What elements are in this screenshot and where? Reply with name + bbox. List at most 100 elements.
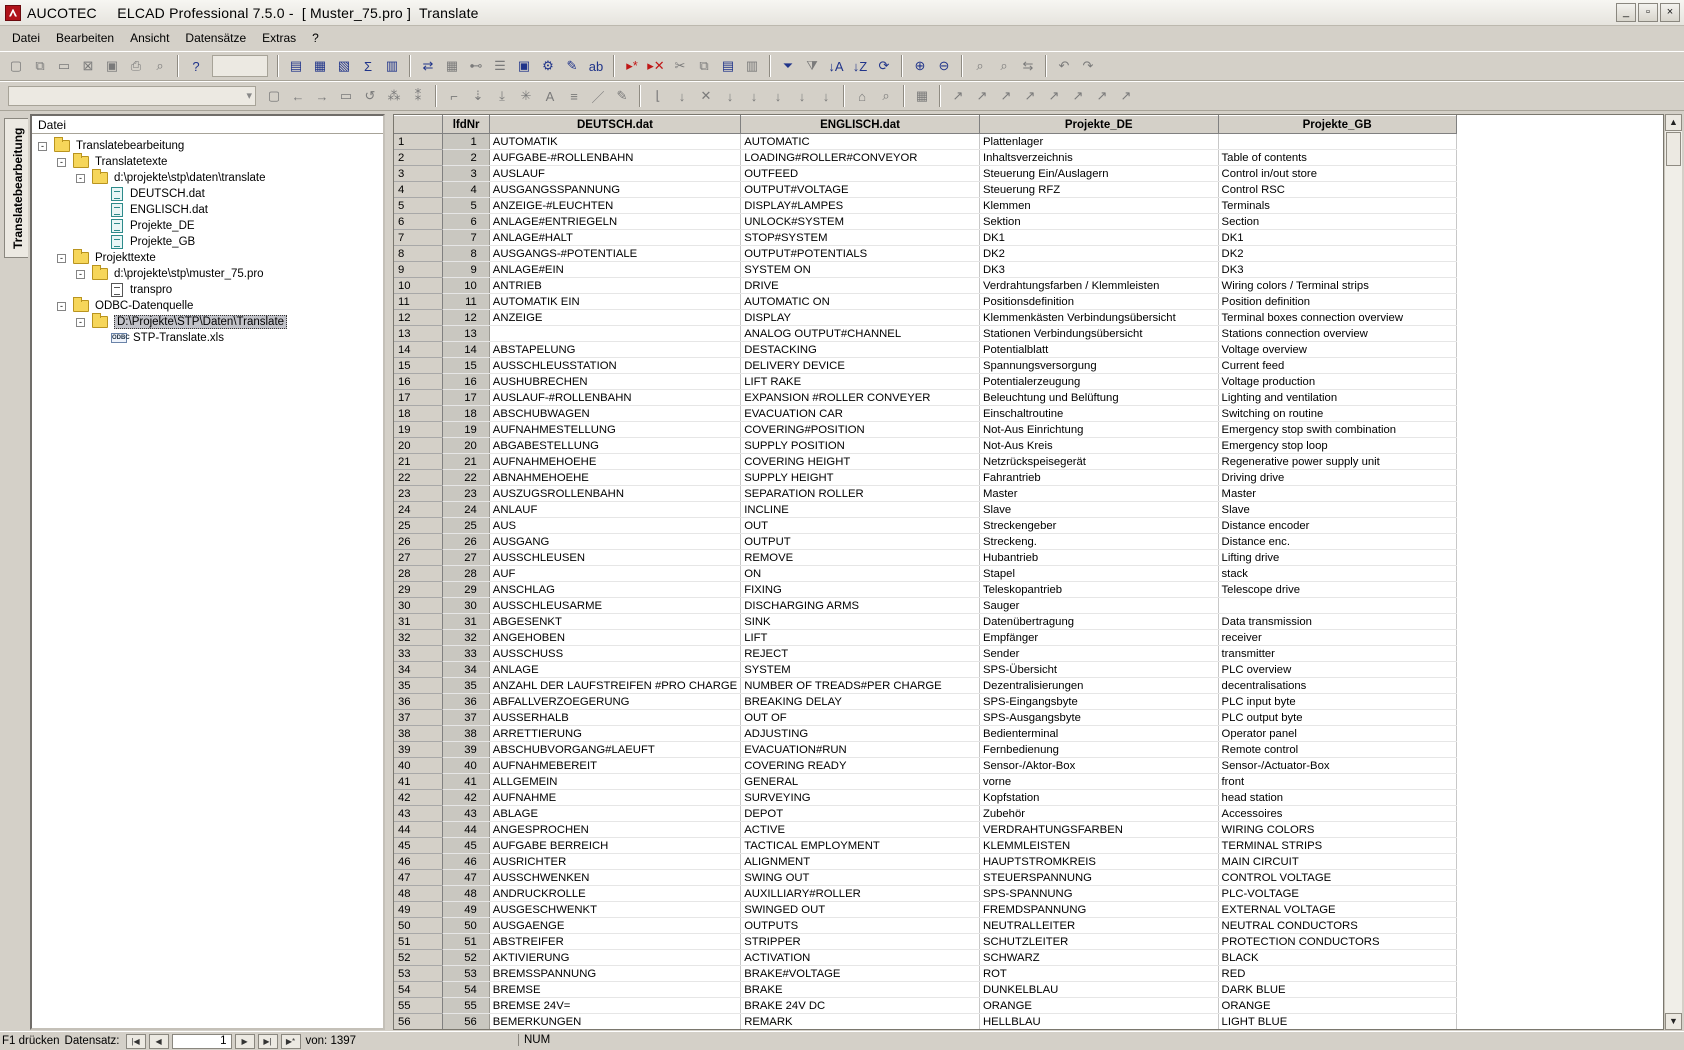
cell-englisch[interactable]: DISPLAY xyxy=(740,309,980,326)
cell-projekte-de[interactable]: STEUERSPANNUNG xyxy=(979,869,1219,886)
move-down-icon[interactable]: ⇣ xyxy=(467,85,489,107)
table-row[interactable]: 19 19 AUFNAHMESTELLUNG COVERING#POSITION Not… xyxy=(394,421,1663,438)
hint-icon[interactable]: ✎ xyxy=(561,55,583,77)
cell-projekte-de[interactable]: Datenübertragung xyxy=(979,613,1219,630)
row-header[interactable]: 10 xyxy=(394,277,444,294)
row-header[interactable]: 24 xyxy=(394,501,444,518)
cell-projekte-gb[interactable]: Wiring colors / Terminal strips xyxy=(1218,277,1457,294)
cell-lfdnr[interactable]: 51 xyxy=(442,933,490,950)
cell-projekte-de[interactable]: SPS-SPANNUNG xyxy=(979,885,1219,902)
row-header[interactable]: 27 xyxy=(394,549,444,566)
cell-englisch[interactable]: DELIVERY DEVICE xyxy=(740,357,980,374)
row-header[interactable]: 15 xyxy=(394,357,444,374)
table-row[interactable]: 23 23 AUSZUGSROLLENBAHN SEPARATION ROLLER Ma… xyxy=(394,485,1663,502)
delete-record-icon[interactable]: ▸✕ xyxy=(645,55,667,77)
cell-projekte-gb[interactable]: Voltage production xyxy=(1218,373,1457,390)
tree-node[interactable]: ODBC STP-Translate.xls xyxy=(95,330,224,346)
cell-projekte-de[interactable]: Zubehör xyxy=(979,805,1219,822)
cell-projekte-de[interactable]: Netzrückspeisegerät xyxy=(979,453,1219,470)
table-row[interactable]: 49 49 AUSGESCHWENKT SWINGED OUT FREMDSPANNUN… xyxy=(394,901,1663,918)
column-header-englisch[interactable]: ENGLISCH.dat xyxy=(740,115,980,134)
route-7-icon[interactable]: ↗ xyxy=(1091,85,1113,107)
cell-projekte-de[interactable]: Slave xyxy=(979,501,1219,518)
cell-deutsch[interactable] xyxy=(489,325,742,342)
cell-projekte-gb[interactable]: Position definition xyxy=(1218,293,1457,310)
tree-node[interactable]: transpro xyxy=(95,282,172,298)
filter-icon[interactable]: ⏷ xyxy=(777,55,799,77)
cell-lfdnr[interactable]: 39 xyxy=(442,741,490,758)
group-icon[interactable]: ⁂ xyxy=(383,85,405,107)
cell-projekte-de[interactable]: DK3 xyxy=(979,261,1219,278)
replace-text-icon[interactable]: ab xyxy=(585,55,607,77)
cell-englisch[interactable]: REMOVE xyxy=(740,549,980,566)
row-header[interactable]: 38 xyxy=(394,725,444,742)
filter-edit-icon[interactable]: ⧩ xyxy=(801,55,823,77)
row-header[interactable]: 30 xyxy=(394,597,444,614)
route-2-icon[interactable]: ↗ xyxy=(971,85,993,107)
cell-projekte-de[interactable]: Positionsdefinition xyxy=(979,293,1219,310)
save-icon[interactable]: ▣ xyxy=(101,55,123,77)
cell-lfdnr[interactable]: 21 xyxy=(442,453,490,470)
edit-form-icon[interactable]: ▧ xyxy=(333,55,355,77)
cell-projekte-gb[interactable]: DARK BLUE xyxy=(1218,981,1457,998)
table-row[interactable]: 10 10 ANTRIEB DRIVE Verdrahtungsfarben / Kle… xyxy=(394,277,1663,294)
cell-projekte-gb[interactable]: RED xyxy=(1218,965,1457,982)
table-row[interactable]: 22 22 ABNAHMEHOEHE SUPPLY HEIGHT Fahrantrieb… xyxy=(394,469,1663,486)
cell-deutsch[interactable]: AUFNAHME xyxy=(489,789,742,806)
cell-deutsch[interactable]: ANLAUF xyxy=(489,501,742,518)
table-row[interactable]: 43 43 ABLAGE DEPOT Zubehör Accessoires xyxy=(394,805,1663,822)
cell-projekte-de[interactable]: vorne xyxy=(979,773,1219,790)
app-logo-icon[interactable] xyxy=(5,4,21,21)
cell-englisch[interactable]: DEPOT xyxy=(740,805,980,822)
table-row[interactable]: 31 31 ABGESENKT SINK Datenübertragung Data tr… xyxy=(394,613,1663,630)
row-header[interactable]: 35 xyxy=(394,677,444,694)
row-header[interactable]: 19 xyxy=(394,421,444,438)
cell-projekte-de[interactable]: Klemmen xyxy=(979,197,1219,214)
row-header[interactable]: 21 xyxy=(394,453,444,470)
first-record-button[interactable]: |◀ xyxy=(125,1033,146,1049)
cell-projekte-de[interactable]: ORANGE xyxy=(979,997,1219,1014)
new-icon[interactable]: ▢ xyxy=(5,55,27,77)
cell-projekte-de[interactable]: Streckengeber xyxy=(979,517,1219,534)
toolbar-empty-field[interactable] xyxy=(212,55,268,77)
cell-lfdnr[interactable]: 19 xyxy=(442,421,490,438)
table-row[interactable]: 37 37 AUSSERHALB OUT OF SPS-Ausgangsbyte PLC … xyxy=(394,709,1663,726)
cell-lfdnr[interactable]: 55 xyxy=(442,997,490,1014)
cell-lfdnr[interactable]: 46 xyxy=(442,853,490,870)
export-icon[interactable]: ▣ xyxy=(513,55,535,77)
grid-icon[interactable]: ▦ xyxy=(911,85,933,107)
down5-icon[interactable]: ↓ xyxy=(791,85,813,107)
cell-projekte-gb[interactable]: BLACK xyxy=(1218,949,1457,966)
row-header[interactable]: 44 xyxy=(394,821,444,838)
cell-projekte-de[interactable]: Inhaltsverzeichnis xyxy=(979,149,1219,166)
table-row[interactable]: 7 7 ANLAGE#HALT STOP#SYSTEM DK1 DK1 xyxy=(394,229,1663,246)
table-row[interactable]: 30 30 AUSSCHLEUSARME DISCHARGING ARMS Sauger xyxy=(394,597,1663,614)
find-icon[interactable]: ⌕ xyxy=(969,55,991,77)
cell-projekte-gb[interactable]: Remote control xyxy=(1218,741,1457,758)
print-icon[interactable]: ⎙ xyxy=(125,55,147,77)
row-header[interactable]: 33 xyxy=(394,645,444,662)
collapse-toggle-icon[interactable]: - xyxy=(57,157,66,167)
cell-deutsch[interactable]: AUFGABE BERREICH xyxy=(489,837,742,854)
last-record-button[interactable]: ▶| xyxy=(257,1033,278,1049)
cell-deutsch[interactable]: ABSTREIFER xyxy=(489,933,742,950)
cell-englisch[interactable]: OUT xyxy=(740,517,980,534)
tree-node[interactable]: - d:\projekte\stp\muster_75.pro xyxy=(76,265,264,282)
cell-projekte-de[interactable]: Sauger xyxy=(979,597,1219,614)
cell-deutsch[interactable]: ANGEHOBEN xyxy=(489,629,742,646)
replace-icon[interactable]: ⇆ xyxy=(1017,55,1039,77)
cell-lfdnr[interactable]: 30 xyxy=(442,597,490,614)
table-row[interactable]: 20 20 ABGABESTELLUNG SUPPLY POSITION Not-Aus… xyxy=(394,437,1663,454)
paste-special-icon[interactable]: ▥ xyxy=(741,55,763,77)
scroll-thumb[interactable] xyxy=(1666,132,1681,166)
cell-englisch[interactable]: AUTOMATIC xyxy=(740,133,980,150)
cell-lfdnr[interactable]: 54 xyxy=(442,981,490,998)
cell-projekte-gb[interactable]: Driving drive xyxy=(1218,469,1457,486)
cell-deutsch[interactable]: ABFALLVERZOEGERUNG xyxy=(489,693,742,710)
cell-projekte-de[interactable]: VERDRAHTUNGSFARBEN xyxy=(979,821,1219,838)
open-icon[interactable]: ▭ xyxy=(53,55,75,77)
cell-englisch[interactable]: EXPANSION #ROLLER CONVEYER xyxy=(740,389,980,406)
route-3-icon[interactable]: ↗ xyxy=(995,85,1017,107)
table-row[interactable]: 34 34 ANLAGE SYSTEM SPS-Übersicht PLC overvie… xyxy=(394,661,1663,678)
table-row[interactable]: 29 29 ANSCHLAG FIXING Teleskopantrieb Telesco… xyxy=(394,581,1663,598)
